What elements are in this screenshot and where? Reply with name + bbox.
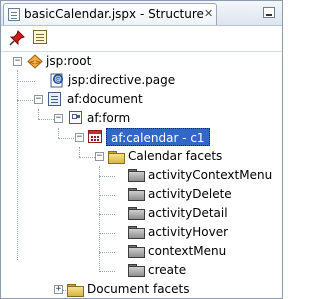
tree-guide — [99, 214, 115, 215]
tree-node-label: activityContextMenu — [148, 168, 273, 182]
collapse-icon[interactable]: − — [13, 57, 22, 66]
tree-guide — [99, 252, 115, 253]
tree-node-label: jsp:directive.page — [68, 73, 176, 87]
tree-node-label: create — [148, 263, 187, 277]
tree-guide — [99, 271, 115, 272]
tree-guide — [79, 157, 95, 158]
collapse-icon[interactable]: − — [95, 152, 104, 161]
structure-panel: basicCalendar.jspx - Structure ✕ − <> js… — [0, 0, 283, 299]
tree-node-label: jsp:root — [46, 54, 92, 68]
svg-text:@: @ — [55, 76, 62, 84]
form-icon — [69, 111, 82, 124]
tree-node-label: activityHover — [148, 225, 229, 239]
tab-title: basicCalendar.jspx - Structure — [24, 7, 204, 21]
structure-icon — [8, 8, 20, 21]
collapse-icon[interactable]: − — [75, 133, 84, 142]
tab-structure[interactable]: basicCalendar.jspx - Structure ✕ — [3, 3, 217, 25]
tree-guide — [58, 128, 59, 138]
facet-icon — [128, 226, 145, 239]
expand-icon[interactable]: + — [54, 285, 63, 294]
folder-icon — [108, 151, 125, 164]
tree-guide — [99, 233, 115, 234]
tree-guide — [17, 100, 35, 101]
properties-icon[interactable] — [33, 30, 47, 44]
tree-guide — [38, 119, 54, 120]
minimize-icon[interactable] — [263, 7, 275, 18]
tree-node-label: activityDelete — [148, 187, 232, 201]
panel-toolbar — [1, 26, 282, 50]
svg-text:<>: <> — [29, 59, 41, 67]
facet-icon — [128, 264, 145, 277]
tree-guide — [79, 147, 80, 157]
tree-guide — [99, 166, 100, 272]
tree-guide — [17, 81, 35, 82]
tree-node-label: af:document — [67, 92, 143, 106]
calendar-icon — [88, 130, 102, 143]
tree-node-label: activityDetail — [148, 206, 228, 220]
facet-icon — [128, 169, 145, 182]
tree-guide — [58, 138, 74, 139]
collapse-icon[interactable]: − — [34, 95, 43, 104]
tree-guide — [99, 176, 115, 177]
tree-node-label: Document facets — [87, 282, 190, 296]
folder-icon — [67, 284, 84, 297]
tree-guide — [17, 70, 18, 260]
collapse-icon[interactable]: − — [54, 114, 63, 123]
facet-icon — [128, 245, 145, 258]
close-icon[interactable]: ✕ — [204, 7, 213, 20]
tree-node-label: af:form — [87, 111, 131, 125]
tree-node-label: Calendar facets — [128, 149, 223, 163]
directive-icon: @ — [50, 73, 63, 88]
pin-icon[interactable] — [9, 30, 25, 46]
facet-icon — [128, 188, 145, 201]
structure-tree: − <> jsp:root @ jsp:directive.page − af:… — [1, 51, 282, 299]
tree-guide — [38, 109, 39, 119]
facet-icon — [128, 207, 145, 220]
tree-guide — [99, 195, 115, 196]
tree-node-label: af:calendar - c1 — [106, 128, 210, 146]
document-icon — [48, 92, 61, 106]
panel-titlebar: basicCalendar.jspx - Structure ✕ — [1, 1, 282, 26]
jsp-root-icon: <> — [27, 54, 43, 69]
tree-node-label: contextMenu — [148, 244, 227, 258]
